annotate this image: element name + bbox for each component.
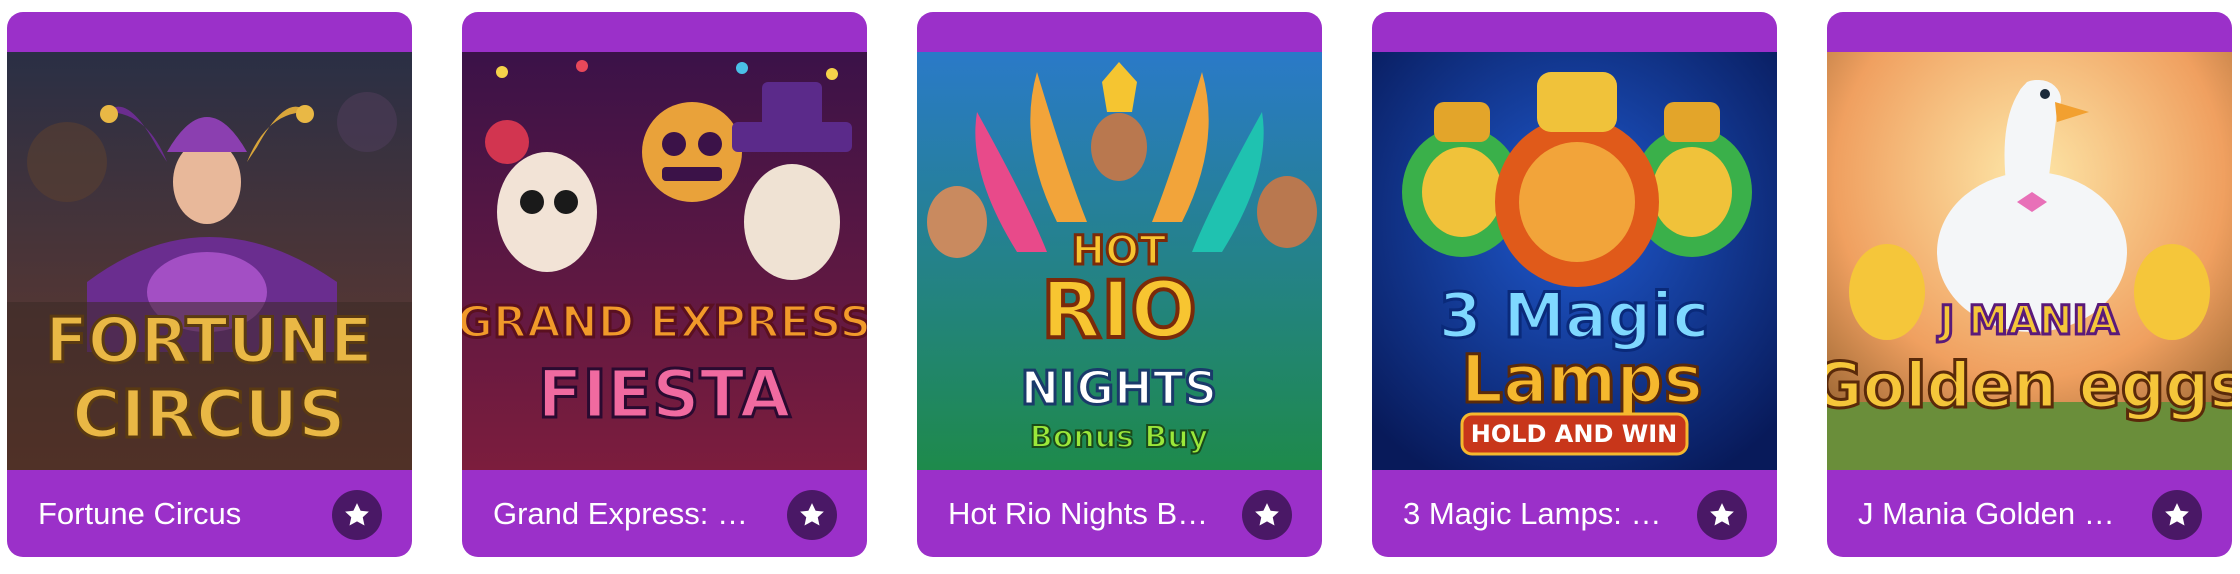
game-title[interactable]: J Mania Golden E…: [1858, 492, 2128, 536]
game-card-footer: 3 Magic Lamps: H…: [1372, 470, 1777, 557]
logo-line-1: J MANIA: [1937, 298, 2119, 344]
game-thumbnail[interactable]: FORTUNE CIRCUS: [7, 52, 412, 470]
game-card-footer: Hot Rio Nights Bo…: [917, 470, 1322, 557]
game-title[interactable]: Fortune Circus: [38, 492, 308, 536]
logo-line-2: RIO: [1041, 266, 1196, 356]
game-card-3-magic-lamps[interactable]: 3 Magic Lamps HOLD AND WIN 3 Magic Lamps…: [1372, 12, 1777, 557]
game-card-footer: J Mania Golden E…: [1827, 470, 2232, 557]
star-icon: [1255, 503, 1279, 526]
game-title[interactable]: Hot Rio Nights Bo…: [948, 492, 1218, 536]
favorite-button[interactable]: [2152, 490, 2202, 540]
star-icon: [1710, 503, 1734, 526]
hot-rio-nights-artwork: HOT RIO NIGHTS Bonus Buy: [917, 52, 1322, 470]
favorite-button[interactable]: [1697, 490, 1747, 540]
game-thumbnail[interactable]: HOT RIO NIGHTS Bonus Buy: [917, 52, 1322, 470]
logo-line-2: FIESTA: [537, 356, 790, 433]
favorite-button[interactable]: [787, 490, 837, 540]
game-title[interactable]: Grand Express: Fie…: [493, 492, 763, 536]
logo-line-4: Bonus Buy: [1030, 420, 1209, 455]
grand-express-fiesta-artwork: GRAND EXPRESS FIESTA: [462, 52, 867, 470]
logo-line-2: CIRCUS: [72, 376, 345, 453]
game-card-grand-express-fiesta[interactable]: GRAND EXPRESS FIESTA Grand Express: Fie…: [462, 12, 867, 557]
game-card-footer: Grand Express: Fie…: [462, 470, 867, 557]
game-thumbnail[interactable]: 3 Magic Lamps HOLD AND WIN: [1372, 52, 1777, 470]
star-icon: [345, 503, 369, 526]
favorite-button[interactable]: [332, 490, 382, 540]
fortune-circus-artwork: FORTUNE CIRCUS: [7, 52, 412, 470]
game-thumbnail[interactable]: J MANIA Golden eggs: [1827, 52, 2232, 470]
favorite-button[interactable]: [1242, 490, 1292, 540]
star-icon: [800, 503, 824, 526]
logo-line-2: Golden eggs: [1827, 349, 2232, 422]
game-card-hot-rio-nights[interactable]: HOT RIO NIGHTS Bonus Buy Hot Rio Nights …: [917, 12, 1322, 557]
logo-line-1: FORTUNE: [46, 304, 373, 377]
game-carousel-row: FORTUNE CIRCUS Fortune Circus GRAND EXPR…: [0, 0, 2240, 574]
game-card-footer: Fortune Circus: [7, 470, 412, 557]
logo-line-1: GRAND EXPRESS: [462, 297, 867, 348]
3-magic-lamps-artwork: 3 Magic Lamps HOLD AND WIN: [1372, 52, 1777, 470]
logo-line-3: HOLD AND WIN: [1471, 420, 1677, 448]
game-title[interactable]: 3 Magic Lamps: H…: [1403, 492, 1673, 536]
game-card-j-mania-golden-eggs[interactable]: J MANIA Golden eggs J Mania Golden E…: [1827, 12, 2232, 557]
star-icon: [2165, 503, 2189, 526]
game-thumbnail[interactable]: GRAND EXPRESS FIESTA: [462, 52, 867, 470]
j-mania-golden-eggs-artwork: J MANIA Golden eggs: [1827, 52, 2232, 470]
logo-line-2: Lamps: [1461, 341, 1703, 418]
logo-line-3: NIGHTS: [1021, 361, 1217, 415]
game-card-fortune-circus[interactable]: FORTUNE CIRCUS Fortune Circus: [7, 12, 412, 557]
